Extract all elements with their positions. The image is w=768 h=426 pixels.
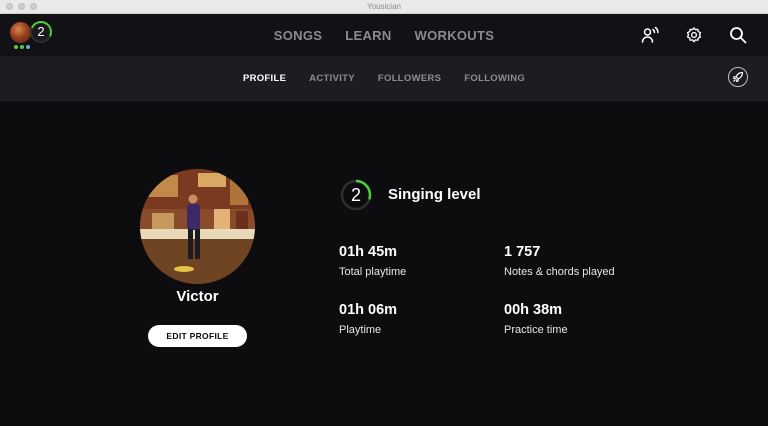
stat-playtime: 01h 06m Playtime <box>339 302 397 336</box>
window-titlebar: Yousician <box>0 0 768 14</box>
stat-label: Playtime <box>339 324 382 336</box>
tab-profile[interactable]: PROFILE <box>243 73 286 84</box>
boost-button[interactable] <box>728 67 748 87</box>
stat-value: 01h 06m <box>339 302 398 318</box>
stat-value: 1 757 <box>504 244 541 260</box>
instrument-dot <box>14 45 18 49</box>
stat-notes-chords: 1 757 Notes & chords played <box>504 244 615 278</box>
nav-icons <box>640 14 748 56</box>
stat-label: Practice time <box>504 324 568 336</box>
profile-subnav: PROFILE ACTIVITY FOLLOWERS FOLLOWING <box>0 56 768 101</box>
tab-activity[interactable]: ACTIVITY <box>309 73 355 84</box>
rocket-icon <box>732 71 744 83</box>
stat-value: 01h 45m <box>339 244 398 260</box>
level-number: 2 <box>350 185 361 205</box>
window-title: Yousician <box>367 2 401 11</box>
person-voice-icon[interactable] <box>640 25 660 45</box>
nav-workouts[interactable]: WORKOUTS <box>415 28 495 43</box>
user-avatar[interactable] <box>10 22 31 43</box>
top-nav: 2 SONGS LEARN WORKOUTS <box>0 14 768 56</box>
stat-value: 00h 38m <box>504 302 563 318</box>
level-title: Singing level <box>388 186 481 203</box>
stat-practice-time: 00h 38m Practice time <box>504 302 568 336</box>
stat-label: Total playtime <box>339 266 407 278</box>
instrument-dots <box>14 45 30 49</box>
nav-learn[interactable]: LEARN <box>345 28 391 43</box>
tab-followers[interactable]: FOLLOWERS <box>378 73 441 84</box>
gear-icon[interactable] <box>684 25 704 45</box>
user-chip[interactable]: 2 <box>10 17 56 54</box>
nav-songs[interactable]: SONGS <box>274 28 322 43</box>
instrument-dot <box>20 45 24 49</box>
profile-name: Victor <box>176 288 219 305</box>
search-icon[interactable] <box>728 25 748 45</box>
tab-following[interactable]: FOLLOWING <box>464 73 525 84</box>
level-progress-arc <box>26 17 56 47</box>
instrument-dot <box>26 45 30 49</box>
stat-total-playtime: 01h 45m Total playtime <box>339 244 406 278</box>
stat-label: Notes & chords played <box>504 266 615 278</box>
profile-photo <box>140 169 255 284</box>
edit-profile-button[interactable]: EDIT PROFILE <box>148 325 247 347</box>
user-level-badge: 2 <box>26 17 56 47</box>
profile-tabs: PROFILE ACTIVITY FOLLOWERS FOLLOWING <box>0 56 768 100</box>
